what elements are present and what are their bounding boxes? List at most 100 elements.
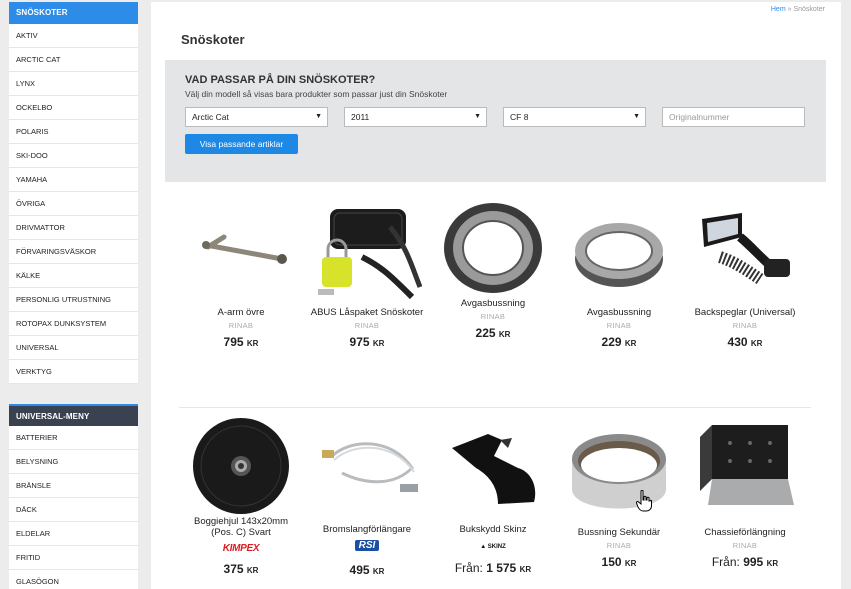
model-finder: VAD PASSAR PÅ DIN SNÖSKOTER? Välj din mo… — [165, 60, 826, 182]
product-name[interactable]: Bussning Sekundär — [556, 527, 682, 538]
breadcrumb-separator: » — [787, 6, 792, 13]
product-name[interactable]: Backspeglar (Universal) — [682, 307, 808, 318]
model-select[interactable]: CF 8 ▼ — [503, 107, 646, 127]
sidebar-item-batterier[interactable]: BATTERIER — [9, 426, 138, 450]
product-price: 225 KR — [475, 326, 511, 340]
product-image-a-arm[interactable] — [186, 207, 296, 307]
product-brand: RINAB — [732, 321, 758, 330]
product-name[interactable]: Bromslangförlängare — [304, 524, 430, 535]
sidebar-item-ockelbo[interactable]: OCKELBO — [9, 96, 138, 120]
product-image-boggiehjul[interactable] — [186, 416, 296, 516]
page-title: Snöskoter — [181, 32, 245, 47]
product-price: 795 KR — [223, 335, 259, 349]
product-price: 150 KR — [601, 555, 637, 569]
product-card[interactable]: Avgasbussning RINAB 225 KR — [430, 198, 556, 340]
sidebar-item-eldelar[interactable]: ELDELAR — [9, 522, 138, 546]
product-card[interactable]: A-arm övre RINAB 795 KR — [178, 207, 304, 349]
product-price: 229 KR — [601, 335, 637, 349]
chevron-down-icon: ▼ — [315, 113, 322, 120]
model-select-value: CF 8 — [510, 112, 529, 122]
sidebar-item-drivmattor[interactable]: DRIVMATTOR — [9, 216, 138, 240]
product-brand: RINAB — [480, 312, 506, 321]
product-name[interactable]: Avgasbussning — [430, 298, 556, 309]
breadcrumb-current: Snöskoter — [793, 6, 825, 13]
breadcrumb: Hem » Snöskoter — [771, 6, 825, 13]
product-price: Från: 995 KR — [711, 555, 779, 569]
product-brand: RINAB — [228, 321, 254, 330]
product-brand: RINAB — [732, 541, 758, 550]
brand-logo-skinz: ▲ SKINZ — [480, 544, 506, 550]
brand-logo-rsi: RSI — [354, 540, 380, 551]
sidebar-item-verktyg[interactable]: VERKTYG — [9, 360, 138, 384]
sidebar-item-dack[interactable]: DÄCK — [9, 498, 138, 522]
sidebar-item-lynx[interactable]: LYNX — [9, 72, 138, 96]
product-card[interactable]: Bukskydd Skinz ▲ SKINZ Från: 1 575 KR — [430, 428, 556, 575]
sidebar-item-universal[interactable]: UNIVERSAL — [9, 336, 138, 360]
product-name[interactable]: Avgasbussning — [556, 307, 682, 318]
sidebar-item-bransle[interactable]: BRÄNSLE — [9, 474, 138, 498]
product-name[interactable]: A-arm övre — [178, 307, 304, 318]
chevron-down-icon: ▼ — [633, 113, 640, 120]
category-menu-header[interactable]: SNÖSKOTER — [9, 2, 138, 24]
product-image-chassieforlangning[interactable] — [690, 419, 800, 527]
sidebar-item-kalke[interactable]: KÄLKE — [9, 264, 138, 288]
finder-subtitle: Välj din modell så visas bara produkter … — [185, 89, 448, 99]
year-select[interactable]: 2011 ▼ — [344, 107, 487, 127]
row-divider — [179, 407, 811, 408]
brand-select-value: Arctic Cat — [192, 112, 229, 122]
original-number-input[interactable]: Originalnummer — [662, 107, 805, 127]
hand-cursor-icon — [635, 489, 652, 517]
product-brand: RINAB — [354, 321, 380, 330]
sidebar-item-rotopax[interactable]: ROTOPAX DUNKSYSTEM — [9, 312, 138, 336]
sidebar: SNÖSKOTER AKTIV ARCTIC CAT LYNX OCKELBO … — [9, 2, 138, 589]
product-image-bukskydd[interactable] — [438, 428, 548, 524]
chevron-down-icon: ▼ — [474, 113, 481, 120]
brand-logo-kimpex: KIMPEX — [222, 543, 260, 554]
product-image-avgasbussning-1[interactable] — [438, 198, 548, 298]
product-card[interactable]: Avgasbussning RINAB 229 KR — [556, 207, 682, 349]
category-menu: SNÖSKOTER AKTIV ARCTIC CAT LYNX OCKELBO … — [9, 2, 138, 384]
sidebar-item-glasogon[interactable]: GLASÖGON — [9, 570, 138, 589]
product-image-avgasbussning-2[interactable] — [564, 207, 674, 307]
product-name[interactable]: Boggiehjul 143x20mm — [178, 516, 304, 527]
universal-menu: UNIVERSAL-MENY BATTERIER BELYSNING BRÄNS… — [9, 404, 138, 589]
product-name-line2[interactable]: (Pos. C) Svart — [178, 527, 304, 538]
product-image-bromslang[interactable] — [312, 428, 422, 524]
product-card[interactable]: Bussning Sekundär RINAB 150 KR — [556, 419, 682, 569]
product-image-backspeglar[interactable] — [690, 207, 800, 307]
sidebar-item-aktiv[interactable]: AKTIV — [9, 24, 138, 48]
sidebar-item-ovriga[interactable]: ÖVRIGA — [9, 192, 138, 216]
product-card[interactable]: Boggiehjul 143x20mm (Pos. C) Svart KIMPE… — [178, 416, 304, 576]
product-card[interactable]: Bromslangförlängare RSI 495 KR — [304, 428, 430, 577]
product-price: 975 KR — [349, 335, 385, 349]
universal-menu-header[interactable]: UNIVERSAL-MENY — [9, 404, 138, 426]
sidebar-item-belysning[interactable]: BELYSNING — [9, 450, 138, 474]
product-image-bussning-sekundar[interactable] — [564, 419, 674, 527]
product-price: 495 KR — [349, 563, 385, 577]
product-card[interactable]: Chassieförlängning RINAB Från: 995 KR — [682, 419, 808, 569]
product-name[interactable]: ABUS Låspaket Snöskoter — [304, 307, 430, 318]
product-brand: RINAB — [606, 541, 632, 550]
sidebar-item-polaris[interactable]: POLARIS — [9, 120, 138, 144]
product-price: 430 KR — [727, 335, 763, 349]
breadcrumb-home-link[interactable]: Hem — [771, 6, 786, 13]
product-image-abus[interactable] — [312, 207, 423, 307]
product-name[interactable]: Bukskydd Skinz — [430, 524, 556, 535]
sidebar-item-ski-doo[interactable]: SKI-DOO — [9, 144, 138, 168]
show-matching-button[interactable]: Visa passande artiklar — [185, 134, 298, 154]
sidebar-item-fritid[interactable]: FRITID — [9, 546, 138, 570]
product-price: Från: 1 575 KR — [454, 561, 532, 575]
sidebar-item-arctic-cat[interactable]: ARCTIC CAT — [9, 48, 138, 72]
year-select-value: 2011 — [351, 112, 370, 122]
brand-select[interactable]: Arctic Cat ▼ — [185, 107, 328, 127]
product-card[interactable]: Backspeglar (Universal) RINAB 430 KR — [682, 207, 808, 349]
sidebar-item-forvaringsvaskor[interactable]: FÖRVARINGSVÄSKOR — [9, 240, 138, 264]
finder-title: VAD PASSAR PÅ DIN SNÖSKOTER? — [185, 74, 376, 86]
sidebar-item-yamaha[interactable]: YAMAHA — [9, 168, 138, 192]
product-card[interactable]: ABUS Låspaket Snöskoter RINAB 975 KR — [304, 207, 430, 349]
product-price: 375 KR — [223, 562, 259, 576]
product-name[interactable]: Chassieförlängning — [682, 527, 808, 538]
product-brand: RINAB — [606, 321, 632, 330]
main-content: Hem » Snöskoter Snöskoter VAD PASSAR PÅ … — [151, 2, 841, 589]
sidebar-item-personlig-utrustning[interactable]: PERSONLIG UTRUSTNING — [9, 288, 138, 312]
